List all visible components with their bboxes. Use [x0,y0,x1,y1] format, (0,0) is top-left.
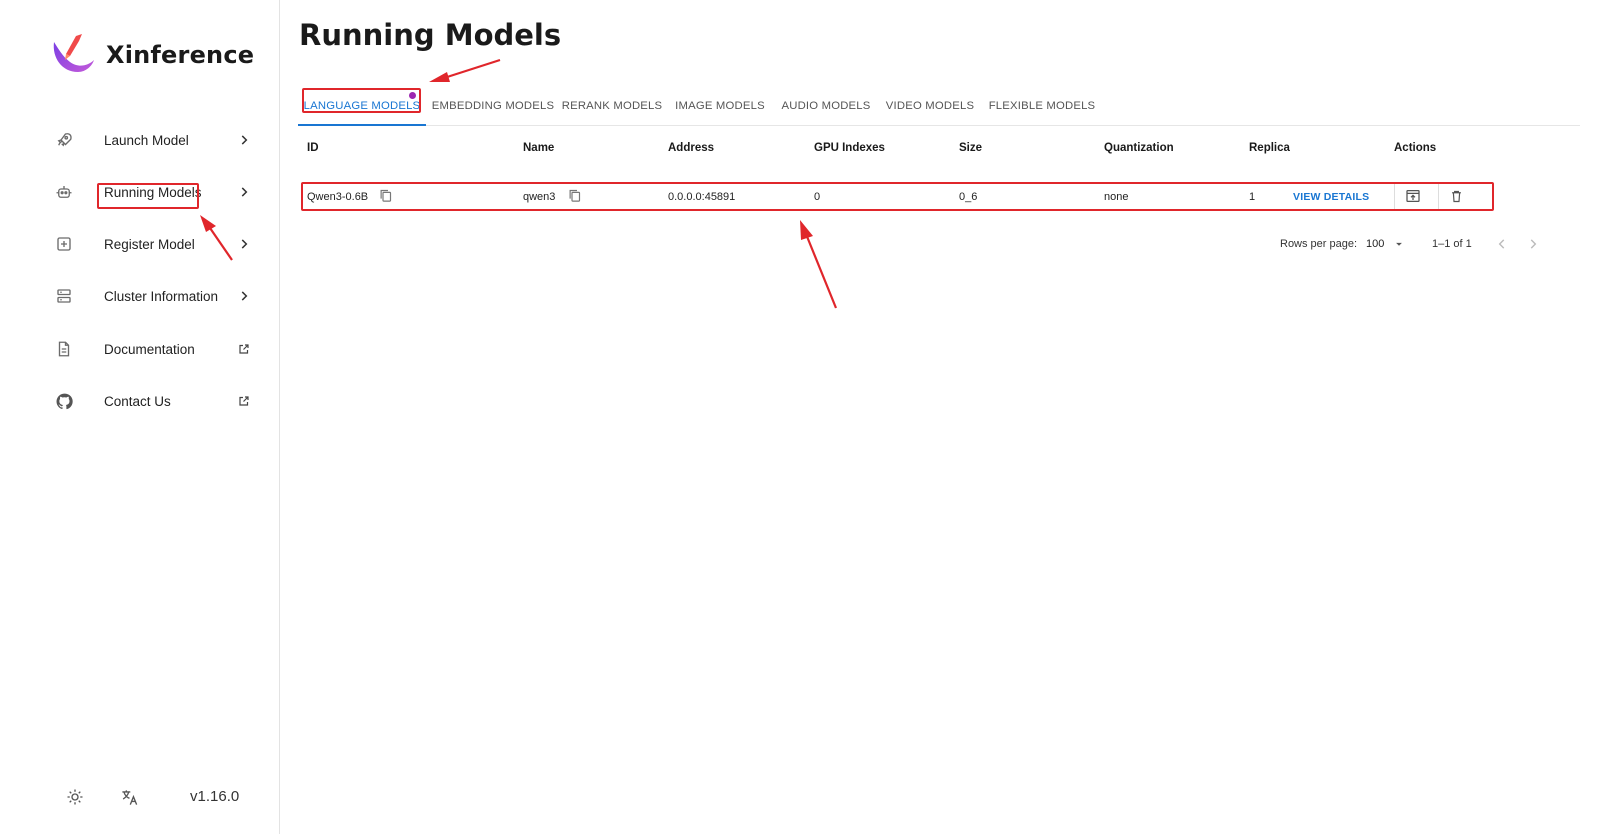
add-box-icon [54,234,74,254]
storage-icon [54,286,74,306]
cell-id: Qwen3-0.6B [307,191,369,203]
tab-image-models[interactable]: IMAGE MODELS [672,86,768,126]
tab-label: EMBEDDING MODELS [431,100,555,112]
chevron-right-icon [234,234,254,254]
document-icon [54,339,74,359]
chevron-left-icon [1498,239,1505,249]
rows-per-page-select[interactable]: 100 [1366,234,1406,254]
app-logo[interactable]: Xinference [48,32,254,78]
tab-embedding-models[interactable]: EMBEDDING MODELS [430,86,556,126]
sidebar-item-documentation[interactable]: Documentation [44,331,254,367]
chevron-right-icon [234,286,254,306]
tab-language-models[interactable]: LANGUAGE MODELS [298,86,426,126]
pagination-range: 1–1 of 1 [1432,238,1472,250]
translate-icon[interactable] [118,786,140,808]
tab-flexible-models[interactable]: FLEXIBLE MODELS [986,86,1098,126]
cell-name: qwen3 [523,191,556,203]
previous-page-button[interactable] [1492,234,1512,254]
sidebar-item-label: Launch Model [104,132,189,148]
table-row: Qwen3-0.6B qwen3 0.0.0.0:45891 0 0_6 non… [300,182,1496,212]
table-header: ID Name Address GPU Indexes Size Quantiz… [298,136,1588,166]
open-window-icon [1405,190,1420,202]
tab-video-models[interactable]: VIDEO MODELS [882,86,978,126]
open-in-new-icon [234,339,254,359]
column-header-name: Name [523,142,555,154]
rows-per-page-value: 100 [1366,238,1385,250]
tab-label: LANGUAGE MODELS [303,100,421,112]
sidebar-item-label: Cluster Information [104,288,219,304]
sidebar-item-label: Documentation [104,341,195,357]
active-tab-indicator [298,124,426,126]
github-icon [54,391,74,411]
next-page-button[interactable] [1523,234,1543,254]
column-header-quantization: Quantization [1104,142,1174,154]
open-in-new-icon [234,391,254,411]
cell-address: 0.0.0.0:45891 [668,191,736,203]
tab-label: RERANK MODELS [561,100,663,112]
column-header-replica: Replica [1249,142,1290,154]
sidebar: Xinference Launch Model Running Models R… [0,0,280,834]
cell-replica: 1 [1249,191,1256,203]
tab-label: AUDIO MODELS [781,100,871,112]
sidebar-item-label: Register Model [104,236,195,252]
caret-down-icon [1396,242,1403,246]
app-version: v1.16.0 [190,788,240,805]
copy-icon[interactable] [567,188,583,204]
tab-label: IMAGE MODELS [675,100,765,112]
column-header-size: Size [959,142,983,154]
copy-icon[interactable] [378,188,394,204]
column-header-gpu-indexes: GPU Indexes [814,142,885,154]
sidebar-item-launch-model[interactable]: Launch Model [44,122,254,158]
page-title: Running Models [299,18,562,52]
app-name: Xinference [106,41,255,69]
tab-audio-models[interactable]: AUDIO MODELS [778,86,874,126]
sun-icon[interactable] [64,786,86,808]
chevron-right-icon [1530,239,1537,249]
trash-icon [1452,190,1461,202]
main-content: Running Models LANGUAGE MODELS EMBEDDING… [280,0,1600,834]
notification-dot [409,92,416,99]
tab-label: VIDEO MODELS [885,100,975,112]
cell-gpu-indexes: 0 [814,191,821,203]
tab-label: FLEXIBLE MODELS [988,100,1096,112]
chevron-right-icon [234,130,254,150]
robot-icon [54,182,74,202]
sidebar-item-contact-us[interactable]: Contact Us [44,383,254,419]
sidebar-footer: v1.16.0 [0,782,280,812]
column-header-id: ID [307,142,319,154]
column-header-address: Address [668,142,715,154]
model-type-tabs: LANGUAGE MODELS EMBEDDING MODELS RERANK … [298,86,1580,126]
sidebar-item-cluster-information[interactable]: Cluster Information [44,278,254,314]
chevron-right-icon [234,182,254,202]
sidebar-item-running-models[interactable]: Running Models [44,174,254,210]
sidebar-item-label: Running Models [104,184,202,200]
column-header-actions: Actions [1394,142,1437,154]
tab-rerank-models[interactable]: RERANK MODELS [562,86,662,126]
cell-quantization: none [1104,191,1129,203]
sidebar-item-register-model[interactable]: Register Model [44,226,254,262]
xinference-logo-icon [53,34,94,72]
sidebar-item-label: Contact Us [104,393,171,409]
rows-per-page-label: Rows per page: [1280,238,1358,250]
cell-size: 0_6 [959,191,978,203]
rocket-icon [54,130,74,150]
delete-model-button[interactable] [1438,182,1474,210]
table-pagination: Rows per page: 100 1–1 of 1 [280,232,1580,256]
view-details-button[interactable]: VIEW DETAILS [1293,191,1369,203]
launch-web-ui-button[interactable] [1394,182,1430,210]
